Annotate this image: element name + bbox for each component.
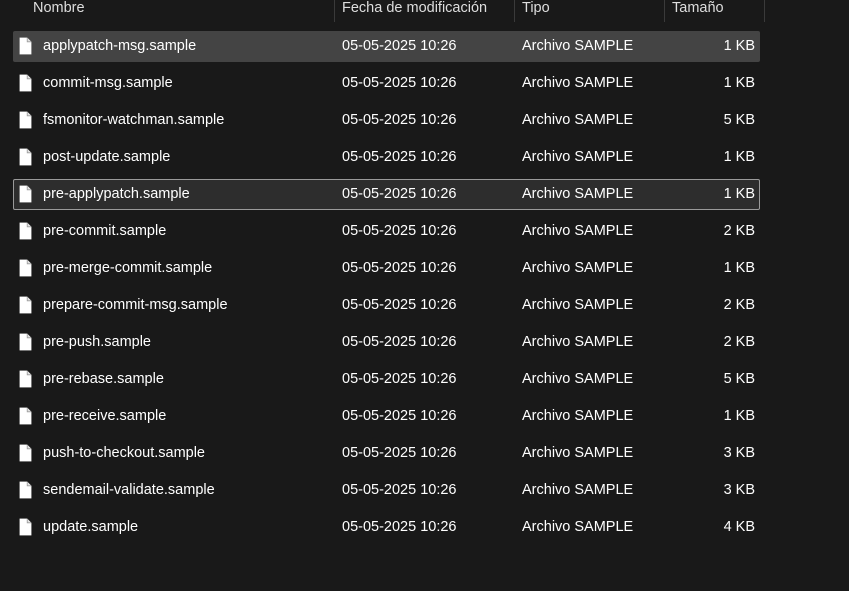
file-row[interactable]: commit-msg.sample 05-05-2025 10:26 Archi… (13, 68, 760, 99)
file-name: sendemail-validate.sample (43, 482, 215, 498)
file-icon (19, 518, 32, 536)
file-size: 4 KB (723, 519, 755, 535)
file-modified-date: 05-05-2025 10:26 (342, 334, 457, 350)
file-name: commit-msg.sample (43, 75, 173, 91)
file-modified-date: 05-05-2025 10:26 (342, 75, 457, 91)
file-row[interactable]: applypatch-msg.sample 05-05-2025 10:26 A… (13, 31, 760, 62)
file-type: Archivo SAMPLE (522, 445, 634, 461)
file-modified-date: 05-05-2025 10:26 (342, 38, 457, 54)
file-icon (19, 222, 32, 240)
file-type: Archivo SAMPLE (522, 223, 634, 239)
file-modified-date: 05-05-2025 10:26 (342, 445, 457, 461)
file-size: 1 KB (723, 408, 755, 424)
file-row[interactable]: pre-receive.sample 05-05-2025 10:26 Arch… (13, 401, 760, 432)
file-size: 2 KB (723, 297, 755, 313)
file-modified-date: 05-05-2025 10:26 (342, 482, 457, 498)
file-type: Archivo SAMPLE (522, 186, 634, 202)
file-size: 1 KB (723, 75, 755, 91)
file-type: Archivo SAMPLE (522, 112, 634, 128)
file-type: Archivo SAMPLE (522, 519, 634, 535)
file-size: 1 KB (723, 149, 755, 165)
file-name: pre-receive.sample (43, 408, 167, 424)
file-modified-date: 05-05-2025 10:26 (342, 297, 457, 313)
file-icon (19, 296, 32, 314)
file-name: pre-push.sample (43, 334, 151, 350)
file-size: 5 KB (723, 371, 755, 387)
file-row[interactable]: pre-push.sample 05-05-2025 10:26 Archivo… (13, 327, 760, 358)
file-modified-date: 05-05-2025 10:26 (342, 519, 457, 535)
file-type: Archivo SAMPLE (522, 408, 634, 424)
file-type: Archivo SAMPLE (522, 371, 634, 387)
file-icon (19, 370, 32, 388)
file-row[interactable]: sendemail-validate.sample 05-05-2025 10:… (13, 475, 760, 506)
file-row[interactable]: pre-merge-commit.sample 05-05-2025 10:26… (13, 253, 760, 284)
file-modified-date: 05-05-2025 10:26 (342, 223, 457, 239)
file-row[interactable]: pre-applypatch.sample 05-05-2025 10:26 A… (13, 179, 760, 210)
file-list: applypatch-msg.sample 05-05-2025 10:26 A… (0, 0, 849, 591)
file-row[interactable]: post-update.sample 05-05-2025 10:26 Arch… (13, 142, 760, 173)
file-modified-date: 05-05-2025 10:26 (342, 260, 457, 276)
file-type: Archivo SAMPLE (522, 482, 634, 498)
file-name: post-update.sample (43, 149, 171, 165)
file-icon (19, 111, 32, 129)
file-type: Archivo SAMPLE (522, 297, 634, 313)
file-name: applypatch-msg.sample (43, 38, 197, 54)
file-modified-date: 05-05-2025 10:26 (342, 408, 457, 424)
file-icon (19, 37, 32, 55)
file-icon (19, 481, 32, 499)
file-size: 1 KB (723, 186, 755, 202)
file-modified-date: 05-05-2025 10:26 (342, 149, 457, 165)
file-name: update.sample (43, 519, 139, 535)
file-icon (19, 259, 32, 277)
file-name: pre-merge-commit.sample (43, 260, 213, 276)
file-modified-date: 05-05-2025 10:26 (342, 186, 457, 202)
file-name: prepare-commit-msg.sample (43, 297, 228, 313)
file-icon (19, 333, 32, 351)
file-size: 2 KB (723, 223, 755, 239)
file-modified-date: 05-05-2025 10:26 (342, 371, 457, 387)
file-size: 5 KB (723, 112, 755, 128)
file-row[interactable]: pre-commit.sample 05-05-2025 10:26 Archi… (13, 216, 760, 247)
file-name: fsmonitor-watchman.sample (43, 112, 225, 128)
file-type: Archivo SAMPLE (522, 149, 634, 165)
file-type: Archivo SAMPLE (522, 260, 634, 276)
file-modified-date: 05-05-2025 10:26 (342, 112, 457, 128)
file-list-view: Nombre Fecha de modificación Tipo Tamaño… (0, 0, 849, 591)
file-size: 3 KB (723, 482, 755, 498)
file-name: pre-applypatch.sample (43, 186, 190, 202)
file-size: 2 KB (723, 334, 755, 350)
file-name: push-to-checkout.sample (43, 445, 205, 461)
file-name: pre-rebase.sample (43, 371, 164, 387)
file-row[interactable]: update.sample 05-05-2025 10:26 Archivo S… (13, 512, 760, 543)
file-row[interactable]: push-to-checkout.sample 05-05-2025 10:26… (13, 438, 760, 469)
file-type: Archivo SAMPLE (522, 38, 634, 54)
file-icon (19, 148, 32, 166)
file-row[interactable]: pre-rebase.sample 05-05-2025 10:26 Archi… (13, 364, 760, 395)
file-icon (19, 185, 32, 203)
file-type: Archivo SAMPLE (522, 334, 634, 350)
file-icon (19, 407, 32, 425)
file-size: 1 KB (723, 38, 755, 54)
file-name: pre-commit.sample (43, 223, 167, 239)
file-row[interactable]: fsmonitor-watchman.sample 05-05-2025 10:… (13, 105, 760, 136)
file-type: Archivo SAMPLE (522, 75, 634, 91)
file-icon (19, 444, 32, 462)
file-size: 3 KB (723, 445, 755, 461)
file-row[interactable]: prepare-commit-msg.sample 05-05-2025 10:… (13, 290, 760, 321)
file-icon (19, 74, 32, 92)
file-size: 1 KB (723, 260, 755, 276)
